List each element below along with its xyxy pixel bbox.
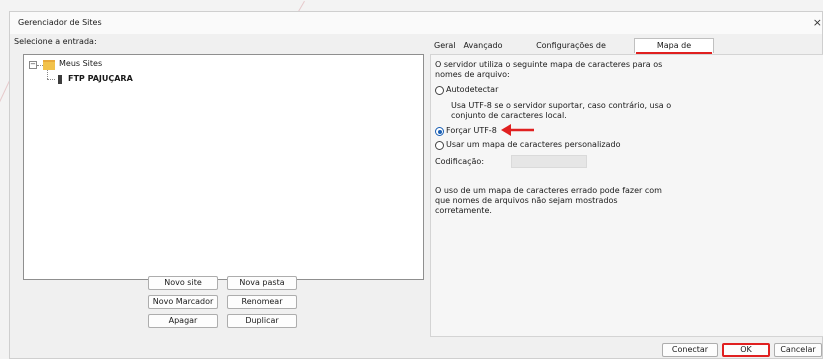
tree-connector [47,70,48,79]
autodetect-label[interactable]: Autodetectar [446,85,498,95]
tree-item-ftp-pajucara[interactable]: FTP PAJUÇARA [68,74,133,83]
tree-connector [47,79,55,80]
delete-button[interactable]: Apagar [148,314,218,328]
tab-advanced[interactable]: Avançado [459,39,507,52]
new-site-button[interactable]: Novo site [148,276,218,290]
autodetect-description: Usa UTF-8 se o servidor suportar, caso c… [451,101,672,110]
autodetect-description: conjunto de caracteres local. [451,111,567,120]
collapse-toggle-icon[interactable]: − [29,61,37,69]
window-title: Gerenciador de Sites [18,18,102,27]
tree-item-meus-sites[interactable]: Meus Sites [59,59,102,68]
autodetect-radio[interactable] [435,86,444,95]
rename-button[interactable]: Renomear [227,295,297,309]
server-icon [58,75,62,84]
force-utf8-label[interactable]: Forçar UTF-8 [446,126,497,136]
tab-general[interactable]: Geral [434,39,456,52]
new-bookmark-button[interactable]: Novo Marcador [148,295,218,309]
annotation-arrow-icon [501,124,534,136]
intro-text-line: nomes de arquivo: [435,70,510,79]
tab-transfer-settings[interactable]: Configurações de transferência [511,39,631,63]
site-manager-window: Gerenciador de Sites × Selecione a entra… [9,11,823,359]
custom-charset-radio[interactable] [435,141,444,150]
duplicate-button[interactable]: Duplicar [227,314,297,328]
close-icon[interactable]: × [813,16,822,29]
tab-charset[interactable]: Mapa de caracteres [634,38,714,63]
ok-button[interactable]: OK [722,343,770,357]
title-bar: Gerenciador de Sites × [10,12,822,34]
cancel-button[interactable]: Cancelar [774,343,822,357]
folder-icon [43,60,55,70]
force-utf8-radio[interactable] [435,127,444,136]
select-entry-label: Selecione a entrada: [14,37,97,46]
intro-text-line: O servidor utiliza o seguinte mapa de ca… [435,60,663,69]
custom-charset-label[interactable]: Usar um mapa de caracteres personalizado [446,140,620,150]
warning-text-line: corretamente. [435,206,492,215]
encoding-field[interactable] [511,155,587,168]
warning-text-line: O uso de um mapa de caracteres errado po… [435,186,662,195]
site-tree[interactable]: − Meus Sites FTP PAJUÇARA [23,54,424,280]
charset-panel: O servidor utiliza o seguinte mapa de ca… [430,54,823,337]
new-folder-button[interactable]: Nova pasta [227,276,297,290]
connect-button[interactable]: Conectar [662,343,718,357]
encoding-label: Codificação: [435,157,485,166]
warning-text-line: que nomes de arquivos não sejam mostrado… [435,196,618,205]
